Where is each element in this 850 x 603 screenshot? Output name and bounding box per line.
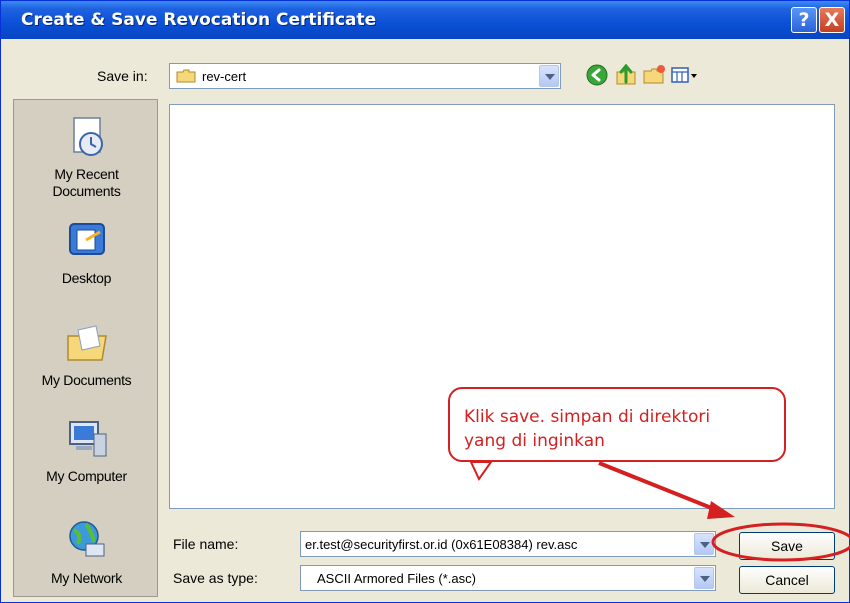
annotation-callout: Klik save. simpan di direktori yang di i…: [448, 387, 786, 462]
annotation-overlay: [469, 461, 850, 562]
annotation-line: yang di inginkan: [464, 431, 605, 451]
annotation-text: Klik save. simpan di direktori yang di i…: [464, 405, 710, 453]
annotation-line: Klik save. simpan di direktori: [464, 407, 711, 427]
save-dialog-window: Create & Save Revocation Certificate ? X…: [0, 0, 850, 603]
